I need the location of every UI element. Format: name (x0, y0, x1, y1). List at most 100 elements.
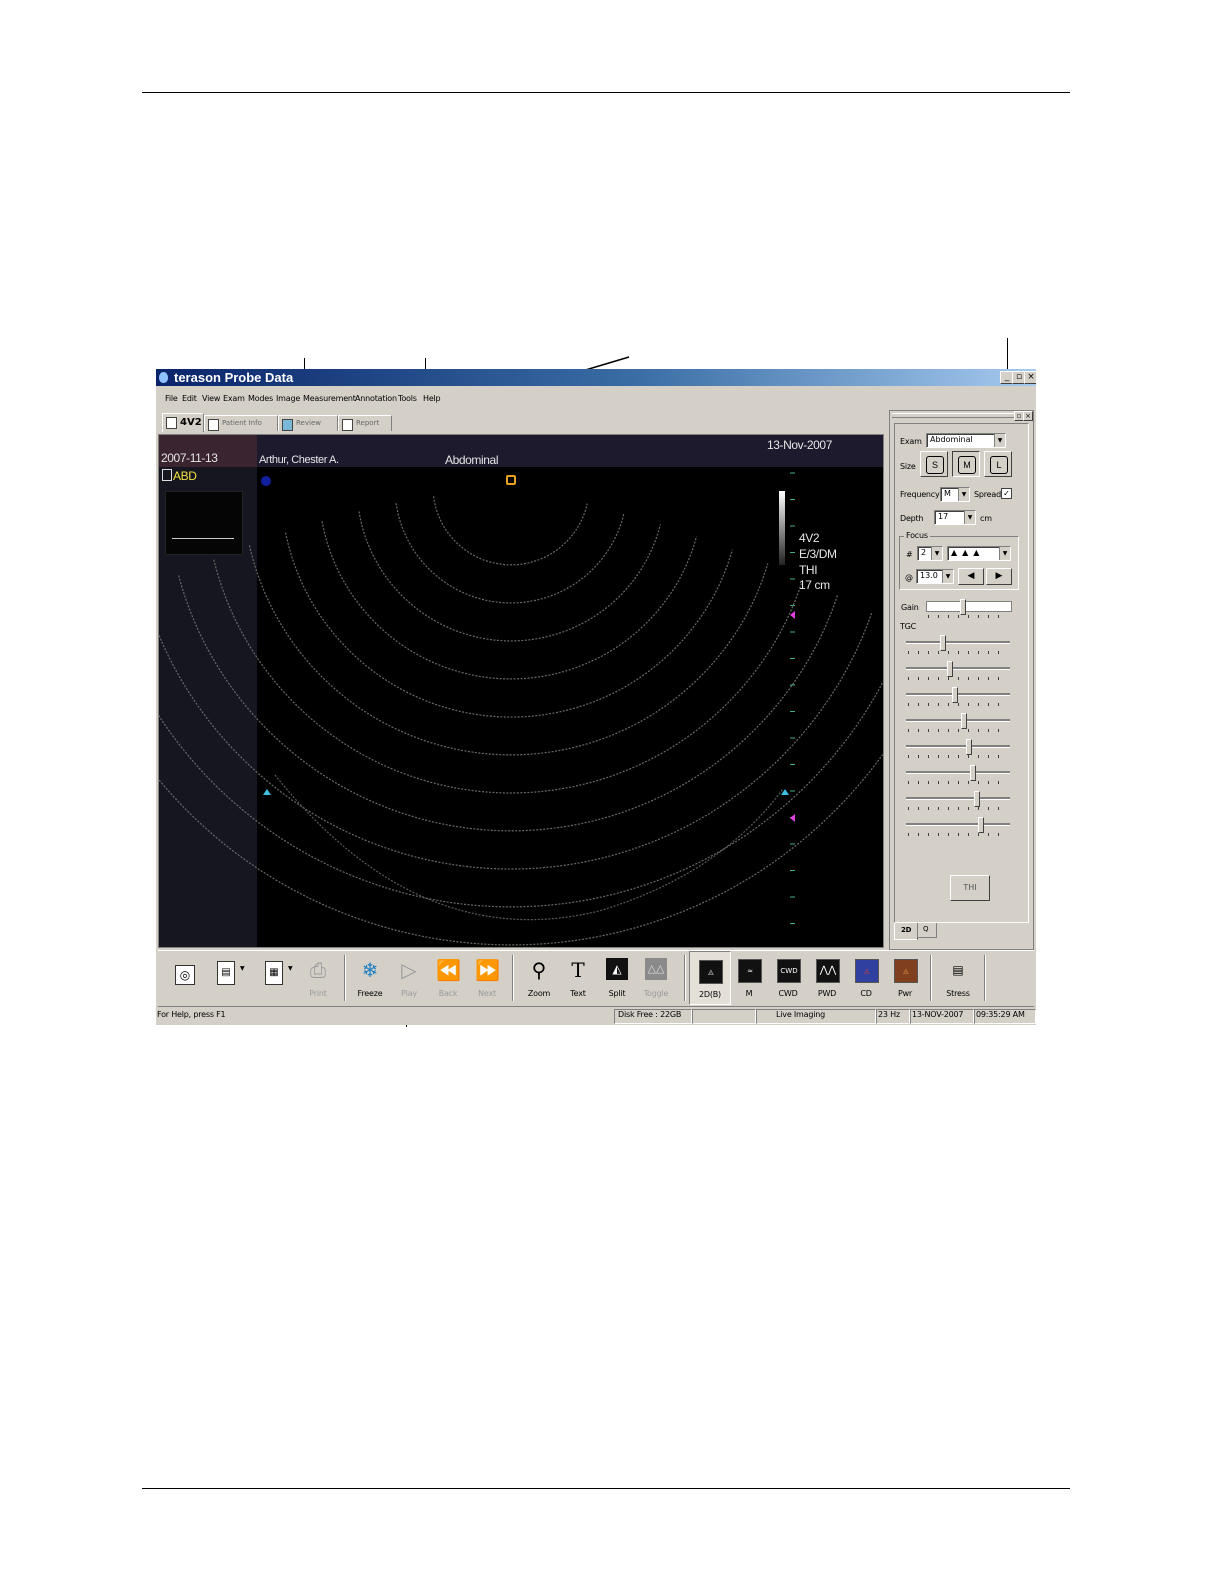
tab-review-label: Review (296, 419, 321, 427)
text-t-icon: T (571, 958, 585, 982)
freeze-button[interactable]: ❄ Freeze (350, 951, 390, 1005)
menu-bar: File Edit View Exam Modes Image Measurem… (156, 391, 1036, 407)
capture-button[interactable]: ◎ (164, 951, 204, 1005)
arrow-right-icon: ▶ (995, 571, 1003, 581)
exam-select[interactable]: Abdominal ▼ (926, 433, 1006, 448)
focus-left-button[interactable]: ◀ (958, 568, 984, 585)
tgc-thumb[interactable] (974, 791, 980, 807)
menu-measurement[interactable]: Measurement (303, 394, 356, 403)
orientation-marker (261, 476, 271, 486)
tgc-slider-8[interactable] (906, 817, 1010, 837)
depth-select[interactable]: 17 ▼ (934, 510, 976, 525)
help-text: For Help, press F1 (157, 1010, 226, 1019)
toolbar-separator (512, 955, 514, 1001)
text-button[interactable]: T Text (558, 951, 598, 1005)
depth-label: Depth (900, 514, 924, 523)
tgc-slider-6[interactable] (906, 765, 1010, 785)
menu-edit[interactable]: Edit (182, 394, 197, 403)
panel-close-button[interactable]: × (1023, 411, 1033, 421)
sector-arc (285, 532, 733, 718)
spread-checkbox[interactable]: ✓ (1001, 488, 1012, 499)
mode-cd-button[interactable]: ◬ CD (846, 951, 886, 1005)
tab-probe-label: 4V2 (180, 417, 202, 428)
menu-annotation[interactable]: Annotation (355, 394, 397, 403)
tgc-slider-1[interactable] (906, 635, 1010, 655)
tgc-thumb[interactable] (961, 713, 967, 729)
depth-label: 17 cm (799, 578, 830, 592)
save-button[interactable]: ▤ ▼ (206, 951, 246, 1005)
zoom-button[interactable]: ⚲ Zoom (519, 951, 559, 1005)
gain-thumb[interactable] (959, 599, 966, 615)
focus-depth-select[interactable]: 13.0 ▼ (916, 569, 954, 584)
tgc-label: TGC (900, 622, 917, 631)
print-button[interactable]: ⎙ Print (298, 951, 338, 1005)
chevron-down-icon: ▼ (999, 547, 1010, 560)
stress-button[interactable]: ▤ Stress (938, 951, 978, 1005)
next-button[interactable]: ⏩ Next (467, 951, 507, 1005)
tgc-slider-3[interactable] (906, 687, 1010, 707)
sector-arc (248, 545, 769, 756)
menu-modes[interactable]: Modes (248, 394, 273, 403)
split-button[interactable]: ◭ Split (597, 951, 637, 1005)
tgc-thumb[interactable] (966, 739, 972, 755)
mode-pwd-button[interactable]: ⋀⋀ PWD (807, 951, 847, 1005)
menu-file[interactable]: File (165, 394, 178, 403)
focus-count-select[interactable]: 2 ▼ (917, 546, 943, 561)
printer-icon: ⎙ (310, 958, 326, 982)
tgc-thumb[interactable] (940, 635, 946, 651)
size-large-button[interactable]: L (984, 451, 1012, 477)
close-button[interactable]: × (1024, 371, 1036, 384)
tab-q[interactable]: Q (917, 923, 937, 938)
exam-select-value: Abdominal (930, 435, 973, 444)
tgc-slider-4[interactable] (906, 713, 1010, 733)
tab-patient-info[interactable]: Patient Info (204, 415, 278, 431)
export-button[interactable]: ▦ ▼ (254, 951, 294, 1005)
tgc-slider-5[interactable] (906, 739, 1010, 759)
export-dropdown-icon[interactable]: ▼ (288, 965, 293, 972)
stress-label: Stress (946, 989, 970, 998)
gain-slider[interactable] (926, 599, 1012, 619)
mode-m-button[interactable]: ≈ M (729, 951, 769, 1005)
mode-pwr-button[interactable]: ◬ Pwr (885, 951, 925, 1005)
menu-view[interactable]: View (202, 394, 220, 403)
tab-review[interactable]: Review (278, 415, 338, 431)
ultrasound-viewer[interactable]: 2007-11-13 Arthur, Chester A. Abdominal … (158, 434, 884, 948)
tgc-thumb[interactable] (978, 817, 984, 833)
main-toolbar: ◎ ▤ ▼ ▦ ▼ ⎙ Print ❄ Freeze ▷ Play ⏪ Back… (158, 950, 1034, 1007)
status-empty-panel (692, 1009, 756, 1024)
tab-2d[interactable]: 2D (894, 923, 918, 940)
tab-probe[interactable]: 4V2 (162, 413, 204, 432)
tgc-slider-2[interactable] (906, 661, 1010, 681)
gain-label: Gain (901, 603, 919, 612)
menu-tools[interactable]: Tools (398, 394, 417, 403)
tgc-ticks (908, 833, 1008, 836)
menu-exam[interactable]: Exam (223, 394, 245, 403)
title-bar[interactable]: terason Probe Data _ ▫ × (156, 369, 1036, 386)
tgc-thumb[interactable] (952, 687, 958, 703)
tab-report[interactable]: Report (338, 415, 392, 431)
app-window: terason Probe Data _ ▫ × File Edit View … (156, 369, 1036, 1025)
toggle-label: Toggle (643, 989, 669, 998)
exam-label: Exam (900, 437, 922, 446)
size-small-button[interactable]: S (920, 451, 948, 477)
menu-help[interactable]: Help (423, 394, 441, 403)
size-medium-button[interactable]: M (952, 451, 980, 477)
tgc-thumb[interactable] (970, 765, 976, 781)
sector-arc (159, 612, 873, 870)
back-button[interactable]: ⏪ Back (428, 951, 468, 1005)
tgc-slider-7[interactable] (906, 791, 1010, 811)
split-icon: ◭ (606, 958, 628, 980)
toggle-button[interactable]: △△ Toggle (636, 951, 676, 1005)
focus-right-button[interactable]: ▶ (986, 568, 1012, 585)
frequency-select[interactable]: M ▼ (940, 487, 970, 502)
status-bar: For Help, press F1 Disk Free : 22GB Live… (156, 1008, 1036, 1024)
tab-q-label: Q (923, 925, 929, 933)
panel-grip[interactable] (892, 413, 1016, 418)
focus-pattern-select[interactable]: ▲▲▲ ▼ (947, 546, 1011, 561)
tgc-thumb[interactable] (947, 661, 953, 677)
play-button[interactable]: ▷ Play (389, 951, 429, 1005)
menu-image[interactable]: Image (276, 394, 300, 403)
save-dropdown-icon[interactable]: ▼ (240, 965, 245, 972)
thi-button[interactable]: THI (950, 875, 990, 901)
mode-cwd-button[interactable]: CWD CWD (768, 951, 808, 1005)
